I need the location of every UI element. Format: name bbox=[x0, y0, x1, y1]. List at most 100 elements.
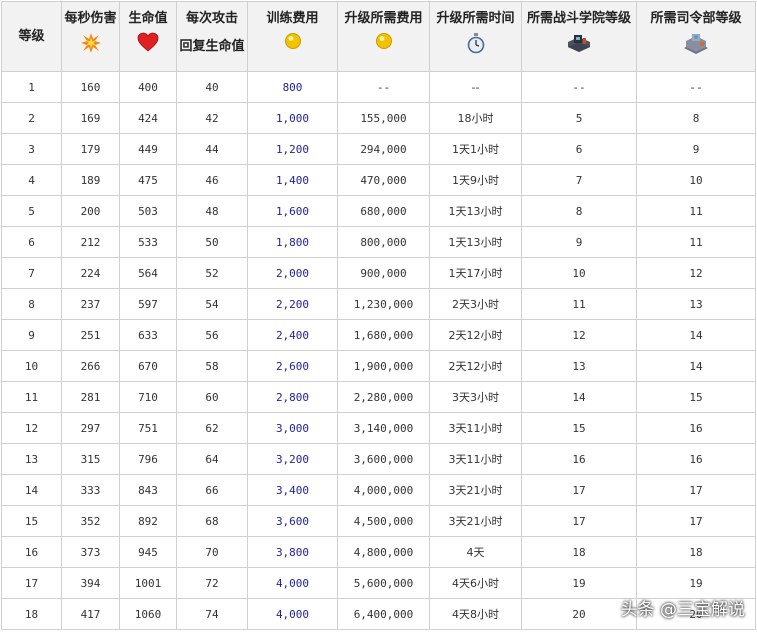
cell-train-cost: 3,400 bbox=[247, 474, 338, 506]
table-row: 4 189 475 46 1,400 470,000 1天9小时 7 10 bbox=[1, 164, 756, 196]
cell-hq-level: 19 bbox=[636, 567, 756, 599]
cell-dps: 160 bbox=[61, 71, 120, 103]
cell-hq-level: 14 bbox=[636, 319, 756, 351]
cell-train-cost: 1,000 bbox=[247, 102, 338, 134]
cell-hp: 945 bbox=[119, 536, 177, 568]
cell-dps: 417 bbox=[61, 598, 120, 630]
cell-upgrade-time: 3天11小时 bbox=[429, 412, 522, 444]
cell-hq-level: 16 bbox=[636, 443, 756, 475]
cell-hq-level: 15 bbox=[636, 381, 756, 413]
cell-level: 10 bbox=[1, 350, 62, 382]
cell-train-cost: 4,000 bbox=[247, 598, 338, 630]
cell-upgrade-time: 2天3小时 bbox=[429, 288, 522, 320]
header-upgrade-cost: 升级所需费用 bbox=[337, 1, 430, 72]
cell-lab-level: 9 bbox=[521, 226, 637, 258]
cell-level: 17 bbox=[1, 567, 62, 599]
cell-hp: 751 bbox=[119, 412, 177, 444]
table-row: 1 160 400 40 800 -- -- -- -- bbox=[1, 71, 756, 103]
cell-heal: 60 bbox=[176, 381, 248, 413]
cell-upgrade-time: 1天9小时 bbox=[429, 164, 522, 196]
cell-hp: 633 bbox=[119, 319, 177, 351]
cell-upgrade-cost: 900,000 bbox=[337, 257, 430, 289]
cell-upgrade-time: 1天1小时 bbox=[429, 133, 522, 165]
cell-train-cost: 1,600 bbox=[247, 195, 338, 227]
table-row: 3 179 449 44 1,200 294,000 1天1小时 6 9 bbox=[1, 133, 756, 165]
cell-level: 11 bbox=[1, 381, 62, 413]
cell-heal: 70 bbox=[176, 536, 248, 568]
cell-hp: 670 bbox=[119, 350, 177, 382]
cell-upgrade-cost: 5,600,000 bbox=[337, 567, 430, 599]
cell-level: 6 bbox=[1, 226, 62, 258]
cell-level: 16 bbox=[1, 536, 62, 568]
cell-train-cost: 2,400 bbox=[247, 319, 338, 351]
cell-heal: 44 bbox=[176, 133, 248, 165]
cell-dps: 189 bbox=[61, 164, 120, 196]
stats-table: 等级 每秒伤害 生命值 每次攻击 回复生命值 训练费用 升级所需费用 升级所需时… bbox=[1, 1, 756, 630]
cell-train-cost: 3,200 bbox=[247, 443, 338, 475]
cell-heal: 50 bbox=[176, 226, 248, 258]
cell-heal: 74 bbox=[176, 598, 248, 630]
cell-hp: 400 bbox=[119, 71, 177, 103]
cell-lab-level: 10 bbox=[521, 257, 637, 289]
cell-upgrade-cost: 3,600,000 bbox=[337, 443, 430, 475]
header-dps: 每秒伤害 bbox=[61, 1, 120, 72]
laboratory-icon bbox=[568, 35, 590, 52]
cell-train-cost: 2,600 bbox=[247, 350, 338, 382]
explosion-icon bbox=[80, 33, 101, 53]
cell-dps: 179 bbox=[61, 133, 120, 165]
cell-hp: 796 bbox=[119, 443, 177, 475]
cell-upgrade-time: 2天12小时 bbox=[429, 319, 522, 351]
cell-dps: 394 bbox=[61, 567, 120, 599]
cell-train-cost: 3,600 bbox=[247, 505, 338, 537]
stopwatch-icon bbox=[467, 33, 484, 54]
table-row: 17 394 1001 72 4,000 5,600,000 4天6小时 19 19 bbox=[1, 567, 756, 599]
cell-heal: 46 bbox=[176, 164, 248, 196]
cell-hp: 449 bbox=[119, 133, 177, 165]
cell-hp: 892 bbox=[119, 505, 177, 537]
cell-lab-level: 8 bbox=[521, 195, 637, 227]
cell-hp: 533 bbox=[119, 226, 177, 258]
cell-hp: 1001 bbox=[119, 567, 177, 599]
table-row: 15 352 892 68 3,600 4,500,000 3天21小时 17 17 bbox=[1, 505, 756, 537]
cell-upgrade-cost: 2,280,000 bbox=[337, 381, 430, 413]
cell-train-cost: 2,200 bbox=[247, 288, 338, 320]
cell-lab-level: 12 bbox=[521, 319, 637, 351]
cell-upgrade-time: 3天21小时 bbox=[429, 505, 522, 537]
cell-hp: 1060 bbox=[119, 598, 177, 630]
cell-dps: 169 bbox=[61, 102, 120, 134]
header-hq-level: 所需司令部等级 bbox=[636, 1, 756, 72]
cell-hp: 475 bbox=[119, 164, 177, 196]
cell-level: 18 bbox=[1, 598, 62, 630]
cell-hq-level: 11 bbox=[636, 195, 756, 227]
cell-dps: 373 bbox=[61, 536, 120, 568]
cell-level: 4 bbox=[1, 164, 62, 196]
cell-heal: 72 bbox=[176, 567, 248, 599]
cell-hq-level: 12 bbox=[636, 257, 756, 289]
cell-lab-level: 5 bbox=[521, 102, 637, 134]
cell-upgrade-time: 3天3小时 bbox=[429, 381, 522, 413]
cell-dps: 333 bbox=[61, 474, 120, 506]
cell-hq-level: 17 bbox=[636, 474, 756, 506]
cell-train-cost: 1,800 bbox=[247, 226, 338, 258]
cell-hq-level: 11 bbox=[636, 226, 756, 258]
table-row: 6 212 533 50 1,800 800,000 1天13小时 9 11 bbox=[1, 226, 756, 258]
cell-level: 8 bbox=[1, 288, 62, 320]
cell-level: 13 bbox=[1, 443, 62, 475]
cell-lab-level: 17 bbox=[521, 505, 637, 537]
cell-hq-level: 13 bbox=[636, 288, 756, 320]
cell-upgrade-cost: -- bbox=[337, 71, 430, 103]
cell-lab-level: 6 bbox=[521, 133, 637, 165]
table-row: 16 373 945 70 3,800 4,800,000 4天 18 18 bbox=[1, 536, 756, 568]
cell-hp: 424 bbox=[119, 102, 177, 134]
table-row: 7 224 564 52 2,000 900,000 1天17小时 10 12 bbox=[1, 257, 756, 289]
cell-heal: 42 bbox=[176, 102, 248, 134]
cell-level: 1 bbox=[1, 71, 62, 103]
header-lab-level: 所需战斗学院等级 bbox=[521, 1, 637, 72]
cell-upgrade-time: 1天13小时 bbox=[429, 195, 522, 227]
cell-upgrade-cost: 155,000 bbox=[337, 102, 430, 134]
cell-dps: 200 bbox=[61, 195, 120, 227]
cell-level: 12 bbox=[1, 412, 62, 444]
cell-level: 14 bbox=[1, 474, 62, 506]
cell-dps: 281 bbox=[61, 381, 120, 413]
cell-level: 9 bbox=[1, 319, 62, 351]
